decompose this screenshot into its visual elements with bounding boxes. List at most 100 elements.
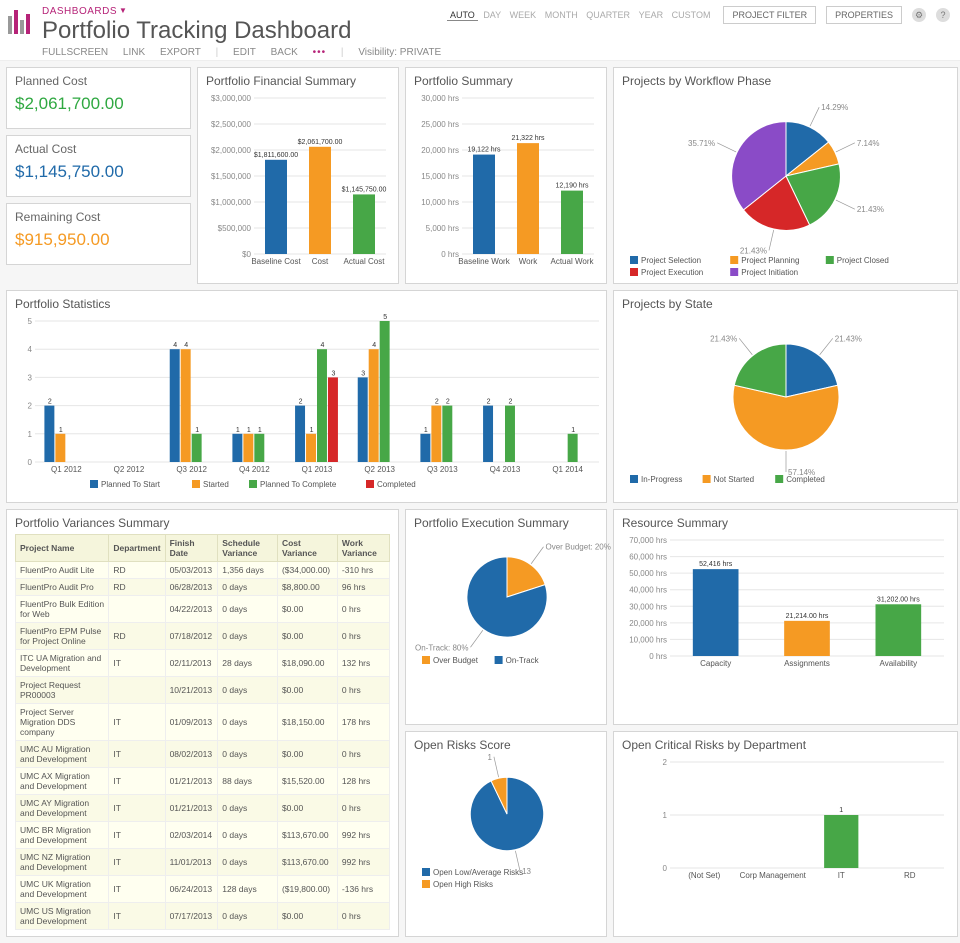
panel-financial-summary: Portfolio Financial Summary $0$500,000$1… <box>197 67 399 284</box>
panel-resource-summary: Resource Summary 0 hrs10,000 hrs20,000 h… <box>613 509 958 725</box>
panel-variances-summary: Portfolio Variances Summary Project Name… <box>6 509 399 937</box>
svg-text:0: 0 <box>663 864 668 873</box>
table-cell: RD <box>109 623 165 650</box>
table-header[interactable]: Project Name <box>16 535 109 562</box>
pie-chart: 21.43%57.14%21.43%In-ProgressNot Started… <box>622 315 950 493</box>
table-cell: UMC US Migration and Development <box>16 903 109 930</box>
svg-text:Project Closed: Project Closed <box>837 256 889 265</box>
table-row[interactable]: UMC NZ Migration and DevelopmentIT11/01/… <box>16 849 390 876</box>
properties-button[interactable]: PROPERTIES <box>826 6 902 24</box>
table-row[interactable]: FluentPro Audit LiteRD05/03/20131,356 da… <box>16 562 390 579</box>
svg-text:5: 5 <box>28 317 33 326</box>
range-auto[interactable]: AUTO <box>447 10 478 21</box>
table-row[interactable]: FluentPro EPM Pulse for Project OnlineRD… <box>16 623 390 650</box>
svg-text:Started: Started <box>203 480 229 489</box>
svg-text:3: 3 <box>361 370 365 377</box>
table-cell: 128 hrs <box>337 768 389 795</box>
svg-text:3: 3 <box>28 373 33 382</box>
table-header[interactable]: Department <box>109 535 165 562</box>
table-row[interactable]: UMC UK Migration and DevelopmentIT06/24/… <box>16 876 390 903</box>
table-cell: -310 hrs <box>337 562 389 579</box>
project-filter-button[interactable]: PROJECT FILTER <box>723 6 816 24</box>
table-cell: 0 days <box>218 596 278 623</box>
table-row[interactable]: UMC BR Migration and DevelopmentIT02/03/… <box>16 822 390 849</box>
table-cell: 178 hrs <box>337 704 389 741</box>
export-link[interactable]: EXPORT <box>160 47 201 58</box>
table-row[interactable]: ITC UA Migration and DevelopmentIT02/11/… <box>16 650 390 677</box>
range-day[interactable]: DAY <box>480 10 504 20</box>
table-cell: 0 days <box>218 741 278 768</box>
table-cell: 0 days <box>218 677 278 704</box>
gear-icon[interactable]: ⚙ <box>912 8 926 22</box>
table-cell: 0 days <box>218 822 278 849</box>
svg-text:35.71%: 35.71% <box>688 139 715 148</box>
svg-text:Project Execution: Project Execution <box>641 268 703 277</box>
range-year[interactable]: YEAR <box>636 10 667 20</box>
svg-text:1: 1 <box>258 427 262 434</box>
range-custom[interactable]: CUSTOM <box>669 10 714 20</box>
svg-text:$2,500,000: $2,500,000 <box>211 120 252 129</box>
panel-title: Open Critical Risks by Department <box>622 738 949 752</box>
table-header[interactable]: Work Variance <box>337 535 389 562</box>
table-cell: 08/02/2013 <box>165 741 218 768</box>
panel-title: Portfolio Summary <box>414 74 598 88</box>
svg-text:1: 1 <box>310 427 314 434</box>
panel-projects-state: Projects by State 21.43%57.14%21.43%In-P… <box>613 290 958 503</box>
link-link[interactable]: LINK <box>123 47 145 58</box>
fullscreen-link[interactable]: FULLSCREEN <box>42 47 108 58</box>
table-row[interactable]: UMC AX Migration and DevelopmentIT01/21/… <box>16 768 390 795</box>
svg-text:2: 2 <box>299 399 303 406</box>
table-row[interactable]: UMC US Migration and DevelopmentIT07/17/… <box>16 903 390 930</box>
svg-text:15,000 hrs: 15,000 hrs <box>421 172 459 181</box>
svg-text:1: 1 <box>487 753 492 762</box>
table-cell: FluentPro Bulk Edition for Web <box>16 596 109 623</box>
kpi-stack: Planned Cost $2,061,700.00 Actual Cost $… <box>6 67 191 284</box>
table-cell: 0 days <box>218 704 278 741</box>
table-row[interactable]: Project Server Migration DDS companyIT01… <box>16 704 390 741</box>
table-header[interactable]: Finish Date <box>165 535 218 562</box>
svg-text:2: 2 <box>48 399 52 406</box>
svg-text:Baseline Cost: Baseline Cost <box>251 257 301 266</box>
table-header[interactable]: Cost Variance <box>277 535 337 562</box>
range-quarter[interactable]: QUARTER <box>583 10 633 20</box>
table-cell: 0 hrs <box>337 903 389 930</box>
table-cell: 0 days <box>218 623 278 650</box>
table-header[interactable]: Schedule Variance <box>218 535 278 562</box>
table-row[interactable]: FluentPro Audit ProRD06/28/20130 days$8,… <box>16 579 390 596</box>
table-row[interactable]: UMC AU Migration and DevelopmentIT08/02/… <box>16 741 390 768</box>
svg-text:Assignments: Assignments <box>784 659 830 668</box>
svg-text:2: 2 <box>435 399 439 406</box>
range-month[interactable]: MONTH <box>542 10 581 20</box>
svg-text:2: 2 <box>509 399 513 406</box>
table-cell: 0 days <box>218 849 278 876</box>
table-cell: 0 hrs <box>337 596 389 623</box>
table-row[interactable]: FluentPro Bulk Edition for Web04/22/2013… <box>16 596 390 623</box>
svg-text:Capacity: Capacity <box>700 659 731 668</box>
svg-text:1: 1 <box>236 427 240 434</box>
help-icon[interactable]: ? <box>936 8 950 22</box>
svg-text:5,000 hrs: 5,000 hrs <box>426 224 459 233</box>
table-cell: ($34,000.00) <box>277 562 337 579</box>
svg-text:Over Budget: 20%: Over Budget: 20% <box>546 543 611 552</box>
table-cell: RD <box>109 579 165 596</box>
svg-text:Q1 2012: Q1 2012 <box>51 465 82 474</box>
svg-text:Project Planning: Project Planning <box>741 256 799 265</box>
table-cell: $0.00 <box>277 903 337 930</box>
more-icon[interactable]: ••• <box>313 47 327 58</box>
svg-text:5: 5 <box>383 314 387 321</box>
table-row[interactable]: UMC AY Migration and DevelopmentIT01/21/… <box>16 795 390 822</box>
kpi-label: Actual Cost <box>15 142 182 156</box>
edit-link[interactable]: EDIT <box>233 47 256 58</box>
table-cell: 992 hrs <box>337 822 389 849</box>
back-link[interactable]: BACK <box>271 47 298 58</box>
svg-text:1: 1 <box>247 427 251 434</box>
svg-text:19,122 hrs: 19,122 hrs <box>467 147 501 154</box>
svg-text:Open High Risks: Open High Risks <box>433 880 493 889</box>
panel-title: Portfolio Statistics <box>15 297 598 311</box>
svg-text:13: 13 <box>522 867 531 876</box>
table-cell: 128 days <box>218 876 278 903</box>
svg-text:30,000 hrs: 30,000 hrs <box>629 602 667 611</box>
svg-text:1: 1 <box>59 427 63 434</box>
range-week[interactable]: WEEK <box>507 10 540 20</box>
table-row[interactable]: Project Request PR0000310/21/20130 days$… <box>16 677 390 704</box>
